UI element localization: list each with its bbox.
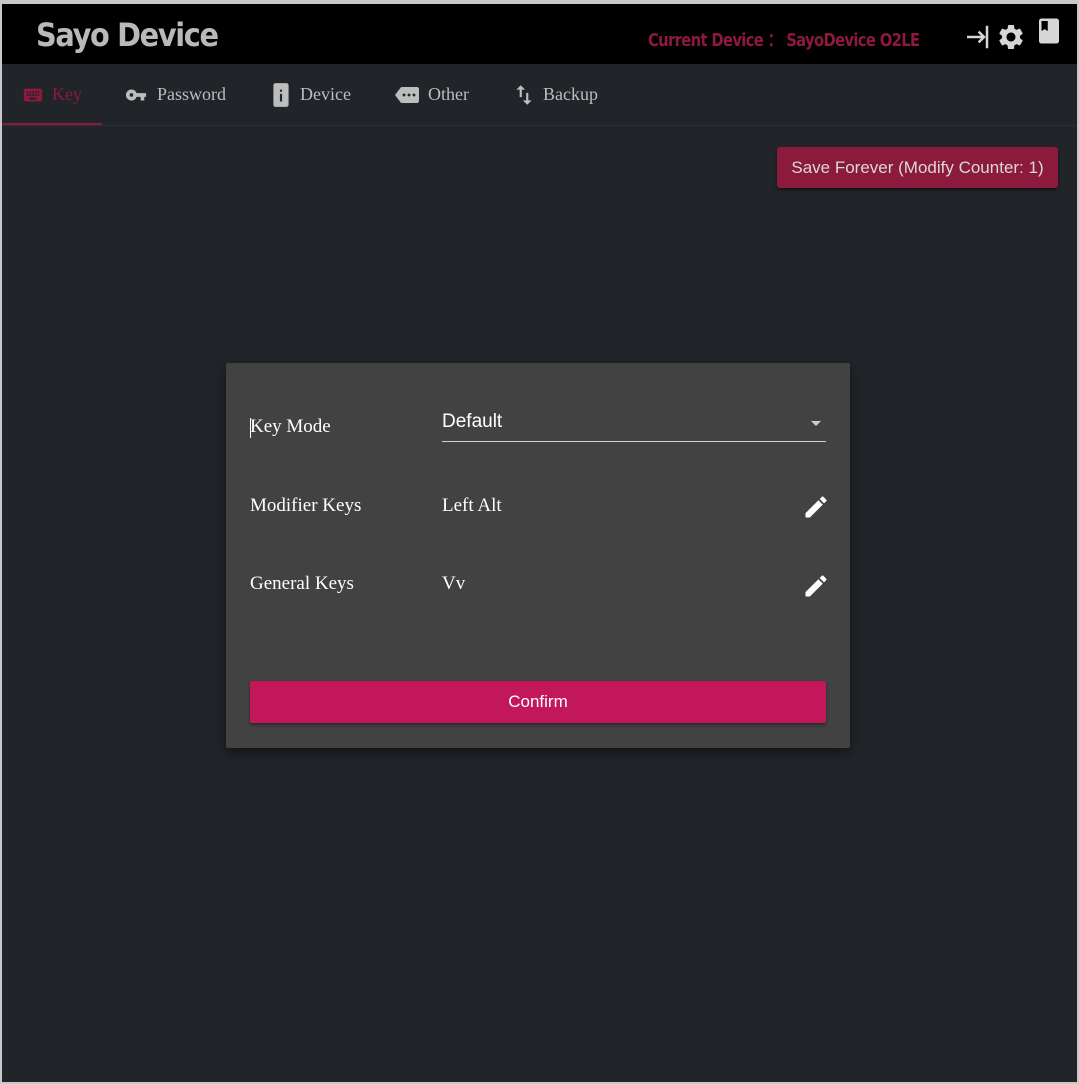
tab-password[interactable]: Password <box>121 64 226 125</box>
key-mode-label: Key Mode <box>250 416 331 437</box>
info-icon <box>273 82 289 107</box>
edit-general-keys-button[interactable] <box>802 572 830 600</box>
key-mode-value: Default <box>442 411 503 432</box>
book-icon[interactable] <box>1034 16 1064 46</box>
pencil-icon <box>805 575 827 597</box>
app-title: Sayo Device <box>36 16 219 54</box>
edit-modifier-keys-button[interactable] <box>802 493 830 521</box>
save-forever-button[interactable]: Save Forever (Modify Counter: 1) <box>777 147 1058 188</box>
general-keys-value: Vv <box>442 573 466 594</box>
tab-device-label: Device <box>300 84 351 104</box>
current-device-label: Current Device ： SayoDevice O2LE <box>648 30 920 51</box>
key-config-dialog: Key Mode Default Modifier Keys Left Alt … <box>226 363 850 748</box>
general-keys-label: General Keys <box>250 573 354 594</box>
tab-key-label: Key <box>52 84 82 104</box>
swap-vertical-icon <box>516 84 532 105</box>
pencil-icon <box>805 496 827 518</box>
top-bar: Sayo Device Current Device ： SayoDevice … <box>0 4 1079 64</box>
login-icon[interactable] <box>962 22 992 52</box>
more-icon <box>395 86 419 103</box>
gear-icon[interactable] <box>996 22 1026 52</box>
keyboard-icon <box>23 88 43 101</box>
modifier-keys-value: Left Alt <box>442 495 502 516</box>
tab-key[interactable]: Key <box>20 64 82 125</box>
key-icon <box>125 89 147 100</box>
chevron-down-icon <box>811 421 821 426</box>
tab-bar: Key Password Device Other Backup <box>0 64 1079 126</box>
tab-device[interactable]: Device <box>268 64 351 125</box>
confirm-button[interactable]: Confirm <box>250 681 826 723</box>
modifier-keys-label: Modifier Keys <box>250 495 362 516</box>
tab-other[interactable]: Other <box>392 64 469 125</box>
tab-backup[interactable]: Backup <box>511 64 598 125</box>
tab-password-label: Password <box>157 84 227 104</box>
tab-other-label: Other <box>428 84 469 104</box>
key-mode-select[interactable]: Default <box>442 408 826 442</box>
tab-backup-label: Backup <box>543 84 598 104</box>
active-tab-indicator <box>0 123 102 125</box>
